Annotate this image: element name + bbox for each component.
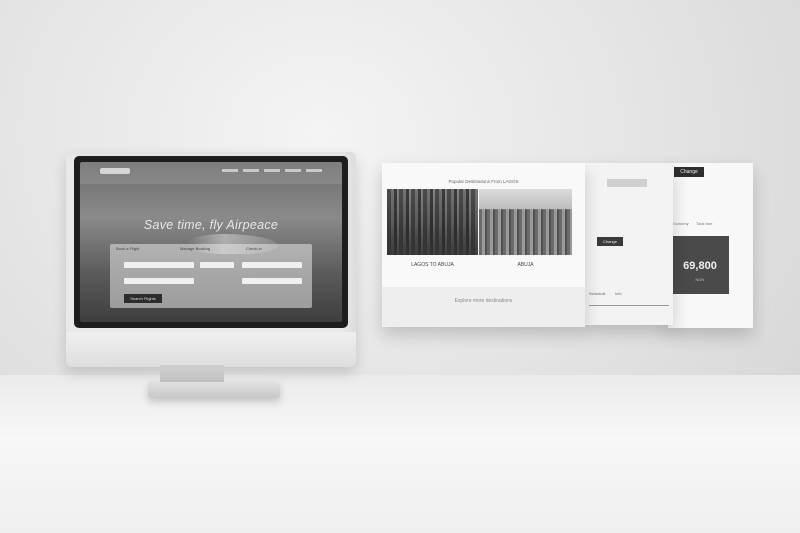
destinations-panel: Popular Destinations From LAGOS LAGOS TO… [382,163,585,327]
site-navbar [80,162,342,184]
passengers-field[interactable] [124,278,194,284]
nav-link[interactable] [222,169,238,172]
search-flights-button[interactable]: Search Flights [124,294,162,303]
explore-more-link[interactable]: Explore more destinations [382,298,585,304]
nav-link[interactable] [285,169,301,172]
monitor-stand-base [148,382,280,398]
monitor-chin [66,332,356,367]
booking-widget: Book a Flight Manage Booking Check-in Se… [110,244,312,308]
fare-label: Economy [672,221,689,226]
nav-links [222,169,322,172]
airline-logo [607,179,647,187]
destinations-header: Popular Destinations From LAGOS [448,179,519,184]
desktop-monitor: Save time, fly Airpeace Book a Flight Ma… [66,152,356,367]
fare-panel: Change Economy Total fare 69,800 NGN [668,163,753,328]
monitor-bezel: Save time, fly Airpeace Book a Flight Ma… [74,156,348,328]
promo-field[interactable] [242,278,302,284]
to-field[interactable] [200,262,234,268]
abuja-city-image[interactable] [479,189,572,255]
tab-book-flight[interactable]: Book a Flight [116,246,139,252]
fare-currency: NGN [695,277,705,282]
nav-link[interactable] [306,169,322,172]
date-field[interactable] [242,262,302,268]
city-name-abuja[interactable]: ABUJA [479,262,572,268]
nav-link[interactable] [264,169,280,172]
floor-backdrop [0,375,800,533]
footer-strip [382,287,585,327]
change-button[interactable]: Change [597,237,623,246]
tab-check-in[interactable]: Check-in [246,246,262,252]
schedule-label: Schedule [589,291,606,296]
fare-card[interactable]: 69,800 NGN [671,236,729,294]
airline-logo[interactable] [100,168,130,174]
info-label: Info [615,291,622,296]
hero-title: Save time, fly Airpeace [143,218,279,232]
city-name-lagos[interactable]: LAGOS TO ABUJA [387,262,478,268]
lagos-city-image[interactable] [387,189,478,255]
schedule-panel: Change Schedule Info [585,163,673,325]
change-button[interactable]: Change [674,167,704,177]
divider [589,305,669,306]
fare-label: Total fare [696,221,713,226]
tab-manage-booking[interactable]: Manage Booking [180,246,210,252]
fare-price: 69,800 [683,260,717,272]
from-field[interactable] [124,262,194,268]
website-screen: Save time, fly Airpeace Book a Flight Ma… [80,162,342,322]
nav-link[interactable] [243,169,259,172]
